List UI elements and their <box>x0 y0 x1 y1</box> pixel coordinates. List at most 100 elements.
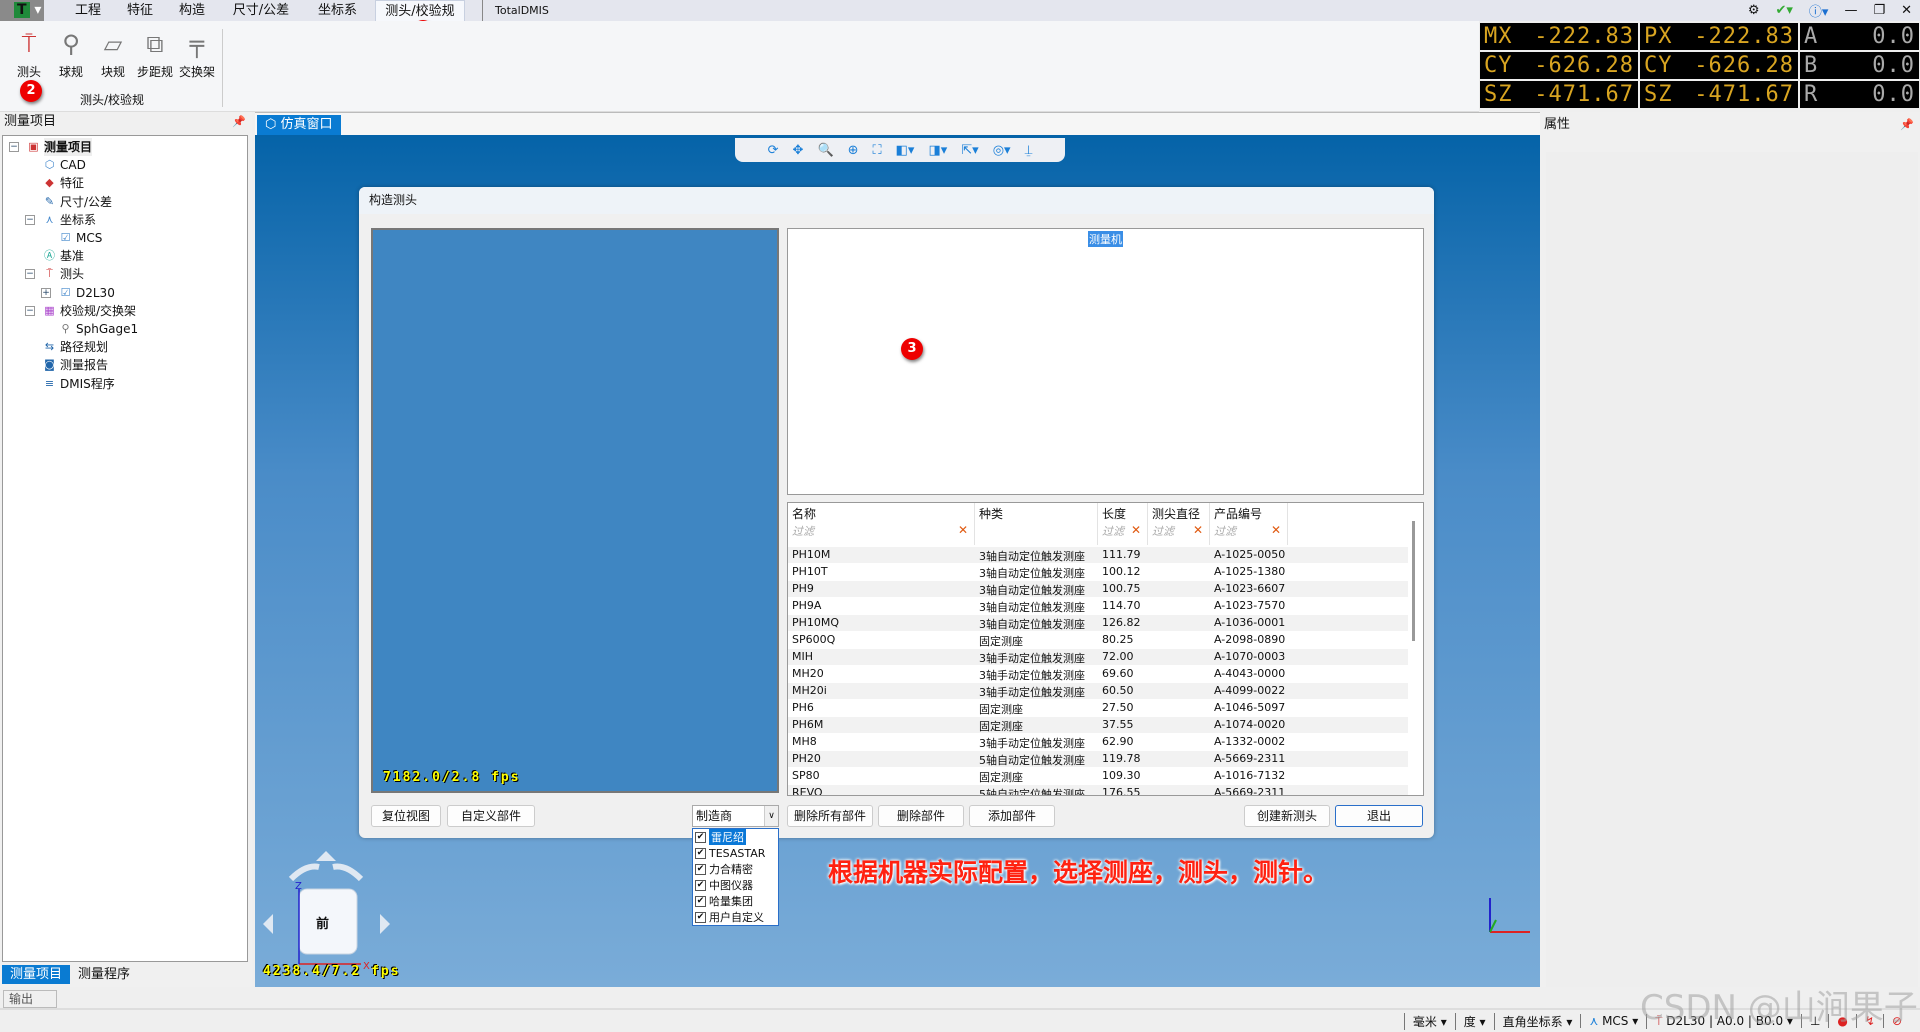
manufacturer-option[interactable]: ✔ 力合精密 <box>693 861 778 877</box>
exit-button[interactable]: 退出 <box>1335 805 1423 827</box>
collapse-icon[interactable]: − <box>25 269 35 280</box>
table-row[interactable]: SP80 固定测座 109.30 A-1016-7132 <box>788 768 1408 785</box>
tree-node[interactable]: − ▣ 测量项目 <box>9 138 93 156</box>
tab-project[interactable]: 工程 <box>68 0 108 21</box>
tab-output[interactable]: 输出 <box>3 990 57 1008</box>
create-probe-button[interactable]: 创建新测头 <box>1244 805 1330 827</box>
coord-type-select[interactable]: 直角坐标系 ▾ <box>1493 1012 1581 1030</box>
collapse-icon[interactable]: − <box>25 214 35 225</box>
table-row[interactable]: PH10MQ 3轴自动定位触发测座 126.82 A-1036-0001 <box>788 615 1408 632</box>
collapse-icon[interactable]: − <box>9 142 19 152</box>
changer-rack-button[interactable]: ╤ 交换架 <box>176 25 218 80</box>
add-part-button[interactable]: 添加部件 <box>969 805 1055 827</box>
tab-measure-items[interactable]: 测量项目 <box>2 965 71 984</box>
minimize-button[interactable]: — <box>1844 3 1857 18</box>
rotate-icon[interactable]: ⟳ <box>768 143 779 158</box>
check-icon[interactable]: ✔▾ <box>1775 3 1792 18</box>
clear-filter-icon[interactable]: ✕ <box>958 523 968 537</box>
tab-feature[interactable]: 特征 <box>120 0 160 21</box>
csys-select[interactable]: ⋏ MCS ▾ <box>1580 1014 1646 1028</box>
manufacturer-option[interactable]: ✔ TESASTAR <box>693 845 778 861</box>
checkbox[interactable]: ✔ <box>695 879 706 891</box>
tab-construct[interactable]: 构造 <box>172 0 212 21</box>
pan-icon[interactable]: ✥ <box>793 143 804 158</box>
table-scrollbar[interactable] <box>1412 521 1415 641</box>
clear-filter-icon[interactable]: ✕ <box>1271 523 1281 537</box>
reset-view-button[interactable]: 复位视图 <box>371 805 441 827</box>
chevron-down-icon[interactable]: ∨ <box>764 806 778 826</box>
checkbox[interactable]: ✔ <box>695 911 706 923</box>
table-row[interactable]: PH6 固定测座 27.50 A-1046-5097 <box>788 700 1408 717</box>
manufacturer-option[interactable]: ✔ 哈量集团 <box>693 893 778 909</box>
tree-node[interactable]: ◆ 特征 <box>25 174 84 192</box>
table-row[interactable]: MH20i 3轴手动定位触发测座 60.50 A-4099-0022 <box>788 683 1408 700</box>
checkbox[interactable]: ✔ <box>695 847 706 859</box>
table-row[interactable]: PH20 5轴自动定位触发测座 119.78 A-5669-2311 <box>788 751 1408 768</box>
block-gauge-button[interactable]: ▱ 块规 <box>92 25 134 80</box>
column-header[interactable]: 种类 <box>975 503 1098 545</box>
tab-simulation-window[interactable]: ⬡ 仿真窗口 <box>257 115 341 135</box>
clear-filter-icon[interactable]: ✕ <box>1193 523 1203 537</box>
help-icon[interactable]: ⓘ▾ <box>1809 1 1829 20</box>
tree-node[interactable]: ✎ 尺寸/公差 <box>25 193 112 211</box>
checkbox[interactable]: ✔ <box>695 863 706 875</box>
tree-node[interactable]: + ☑ D2L30 <box>41 284 115 302</box>
tree-node[interactable]: ◙ 测量报告 <box>25 356 108 374</box>
restore-button[interactable]: ❐ <box>1873 3 1885 18</box>
zoom-window-icon[interactable]: ⊕ <box>848 143 859 158</box>
column-header[interactable]: 长度 过滤 ✕ <box>1098 503 1148 545</box>
table-row[interactable]: MIH 3轴手动定位触发测座 72.00 A-1070-0003 <box>788 649 1408 666</box>
probe-3d-view[interactable]: 7182.0/2.8 fps <box>371 228 779 793</box>
tree-node[interactable]: ⚲ SphGage1 <box>41 320 138 338</box>
column-header[interactable]: 名称 过滤 ✕ <box>788 503 975 545</box>
table-row[interactable]: PH9 3轴自动定位触发测座 100.75 A-1023-6607 <box>788 581 1408 598</box>
tab-measure-program[interactable]: 测量程序 <box>70 965 138 984</box>
tab-coordinate[interactable]: 坐标系 <box>310 0 365 21</box>
filter-input[interactable]: 过滤 <box>1152 523 1174 539</box>
tree-node[interactable]: ☑ MCS <box>41 229 103 247</box>
length-unit-select[interactable]: 毫米 ▾ <box>1403 1012 1455 1030</box>
manufacturer-option[interactable]: ✔ 雷尼绍 <box>693 829 778 845</box>
manufacturer-option[interactable]: ✔ 用户自定义 <box>693 909 778 925</box>
expand-icon[interactable]: + <box>41 287 51 298</box>
checkbox[interactable]: ✔ <box>695 831 706 843</box>
collapse-icon[interactable]: − <box>25 305 35 316</box>
tab-probe-gauge[interactable]: 测头/校验规 <box>375 0 465 21</box>
table-row[interactable]: PH6M 固定测座 37.55 A-1074-0020 <box>788 717 1408 734</box>
probe-button[interactable]: ⍑ 测头 <box>8 25 50 80</box>
pin-icon[interactable]: ⍊ <box>1025 143 1033 158</box>
clear-filter-icon[interactable]: ✕ <box>1131 523 1141 537</box>
step-gauge-button[interactable]: ⧉ 步距规 <box>134 25 176 80</box>
checkbox[interactable]: ✔ <box>695 895 706 907</box>
table-row[interactable]: SP600Q 固定测座 80.25 A-2098-0890 <box>788 632 1408 649</box>
tree-node[interactable]: − ⍑ 测头 <box>25 265 84 283</box>
view-cube-icon[interactable]: ◧▾ <box>896 143 915 158</box>
custom-part-button[interactable]: 自定义部件 <box>447 805 535 827</box>
table-row[interactable]: REVO 5轴自动定位触发测座 176.55 A-5669-2311 <box>788 785 1408 795</box>
pointer-icon[interactable]: ⇱▾ <box>961 143 978 158</box>
tree-node[interactable]: ≡ DMIS程序 <box>25 375 115 393</box>
filter-input[interactable]: 过滤 <box>1214 523 1236 539</box>
filter-input[interactable]: 过滤 <box>792 523 814 539</box>
table-row[interactable]: MH20 3轴手动定位触发测座 69.60 A-4043-0000 <box>788 666 1408 683</box>
table-row[interactable]: MH8 3轴手动定位触发测座 62.90 A-1332-0002 <box>788 734 1408 751</box>
angle-unit-select[interactable]: 度 ▾ <box>1454 1012 1494 1030</box>
table-row[interactable]: PH10M 3轴自动定位触发测座 111.79 A-1025-0050 <box>788 547 1408 564</box>
select-icon[interactable]: ◨▾ <box>928 143 947 158</box>
zoom-icon[interactable]: 🔍 <box>817 143 833 158</box>
table-row[interactable]: PH9A 3轴自动定位触发测座 114.70 A-1023-7570 <box>788 598 1408 615</box>
filter-input[interactable]: 过滤 <box>1102 523 1124 539</box>
tab-dimension[interactable]: 尺寸/公差 <box>226 0 296 21</box>
close-button[interactable]: ✕ <box>1901 3 1912 18</box>
delete-all-parts-button[interactable]: 删除所有部件 <box>787 805 873 827</box>
tree-node[interactable]: − ⋏ 坐标系 <box>25 211 96 229</box>
pin-icon[interactable]: 📌 <box>232 112 246 132</box>
pin-icon[interactable]: 📌 <box>1900 115 1914 135</box>
app-menu-button[interactable]: T ▾ <box>0 0 44 21</box>
preview-node-label[interactable]: 测量机 <box>1088 231 1123 247</box>
delete-part-button[interactable]: 删除部件 <box>878 805 964 827</box>
sphere-gauge-button[interactable]: ⚲ 球规 <box>50 25 92 80</box>
fit-icon[interactable]: ⛶ <box>873 143 882 158</box>
column-header[interactable]: 产品编号 过滤 ✕ <box>1210 503 1288 545</box>
manufacturer-select[interactable]: 制造商 ∨ <box>692 805 779 827</box>
